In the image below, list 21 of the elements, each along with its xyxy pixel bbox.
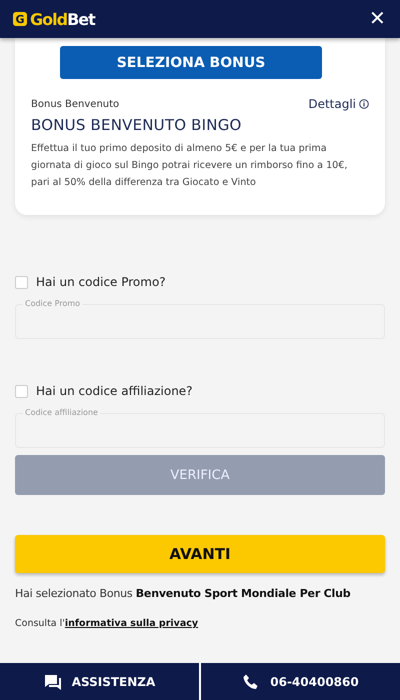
info-icon: [359, 99, 369, 109]
checkbox[interactable]: [15, 276, 28, 288]
checkbox[interactable]: [15, 384, 28, 398]
logo-badge: G: [13, 12, 27, 26]
field-label: Codice affiliazione: [24, 408, 99, 418]
phone-icon: [242, 672, 260, 690]
privacy-link[interactable]: informativa sulla privacy: [64, 618, 198, 629]
details-link[interactable]: Dettagli: [308, 97, 369, 111]
checkbox-label: Hai un codice Promo?: [36, 275, 166, 289]
privacy-text: Consulta l': [15, 618, 65, 629]
bonus-title: BONUS BENVENUTO BINGO: [31, 116, 243, 134]
bonus-category: Bonus Benvenuto: [31, 98, 120, 110]
next-button[interactable]: AVANTI: [15, 535, 385, 573]
selection-note: Hai selezionato Bonus Benvenuto Sport Mondiale Per Club: [15, 587, 352, 600]
field-label: Codice Promo: [24, 299, 82, 309]
bonus-description: Effettua il tuo primo deposito di almeno 5€ e per la tua prima giornata di gioco sul Bingo potrai ricevere un rimborso fino a 10€, pari al 50% della differenza tra Giocato e Vinto: [31, 142, 348, 190]
checkbox-label: Hai un codice affiliazione?: [36, 384, 193, 398]
close-button[interactable]: ✕: [369, 9, 386, 29]
select-bonus-button[interactable]: SELEZIONA BONUS: [60, 46, 322, 79]
chat-icon: [44, 672, 62, 690]
logo: GoldBet: [30, 10, 95, 28]
